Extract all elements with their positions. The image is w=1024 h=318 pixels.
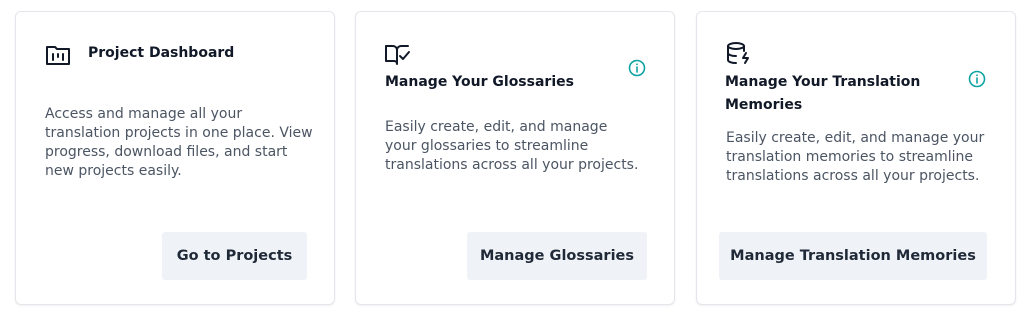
project-board-icon bbox=[44, 41, 72, 69]
card-title: Manage Your Translation Memories bbox=[725, 74, 921, 113]
translation-memories-card: Manage Your Translation Memories Easily … bbox=[696, 11, 1016, 305]
info-icon[interactable] bbox=[968, 70, 986, 88]
database-flash-icon bbox=[725, 40, 753, 68]
info-icon[interactable] bbox=[628, 59, 646, 77]
glossary-book-icon bbox=[384, 41, 412, 69]
manage-glossaries-button[interactable]: Manage Glossaries bbox=[467, 232, 647, 280]
card-description: Easily create, edit, and manage your tra… bbox=[726, 130, 985, 184]
manage-translation-memories-button[interactable]: Manage Translation Memories bbox=[719, 232, 987, 280]
card-description: Access and manage all your translation p… bbox=[45, 106, 313, 179]
project-dashboard-card: Project Dashboard Access and manage all … bbox=[15, 11, 335, 305]
go-to-projects-button[interactable]: Go to Projects bbox=[162, 232, 307, 280]
card-title: Project Dashboard bbox=[88, 45, 235, 61]
card-title: Manage Your Glossaries bbox=[385, 74, 574, 90]
glossaries-card: Manage Your Glossaries Easily create, ed… bbox=[355, 11, 675, 305]
card-description: Easily create, edit, and manage your glo… bbox=[385, 119, 639, 173]
